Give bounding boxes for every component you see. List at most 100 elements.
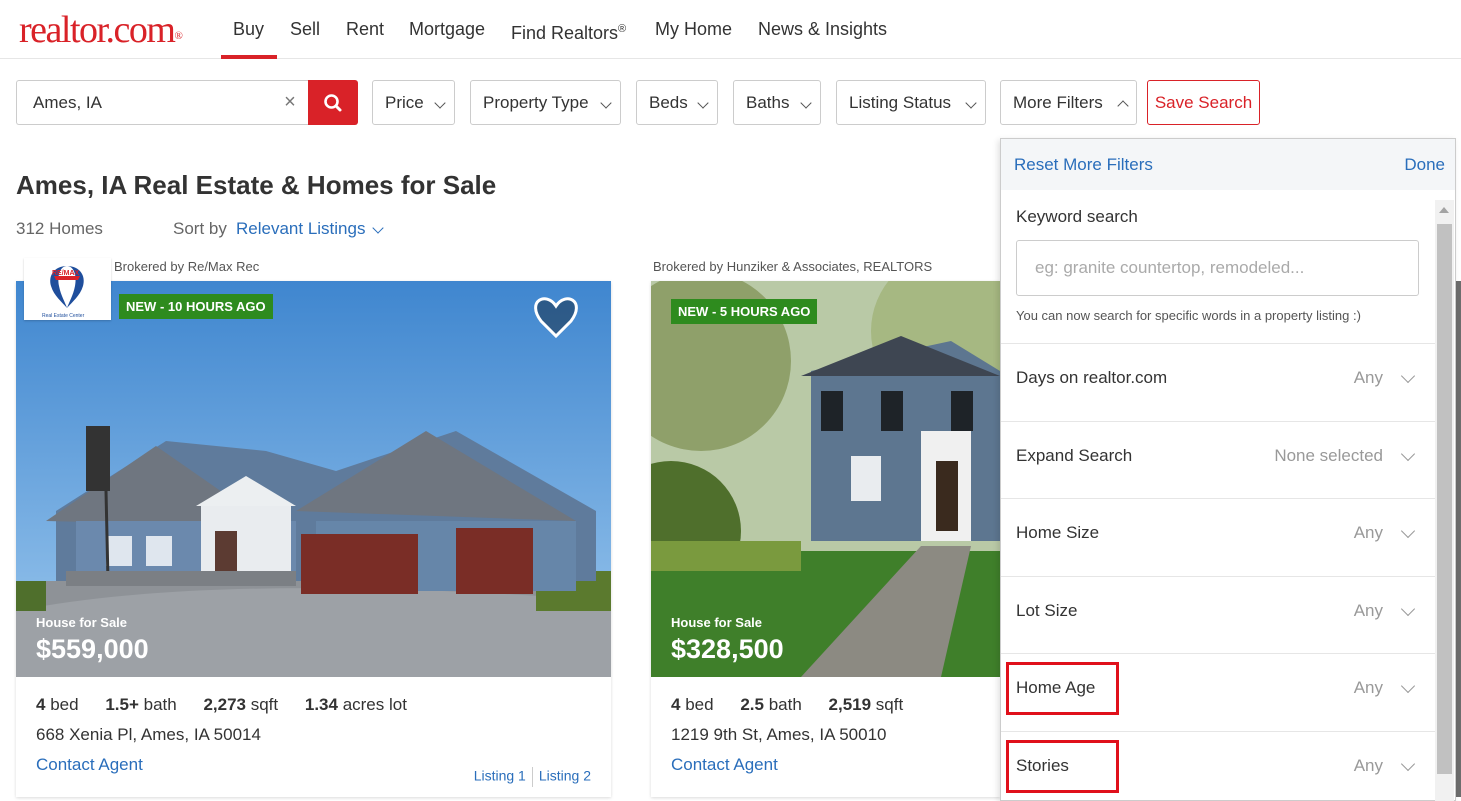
new-listing-badge: NEW - 5 HOURS AGO <box>671 299 818 324</box>
new-listing-badge: NEW - 10 HOURS AGO <box>119 294 273 319</box>
nav-my-home[interactable]: My Home <box>655 17 732 41</box>
chevron-down-icon <box>434 97 446 109</box>
baths-spec: 1.5+ bath <box>105 695 176 714</box>
panel-scrollbar-thumb[interactable] <box>1437 224 1452 774</box>
nav-find-realtors[interactable]: Find Realtors® <box>511 17 626 45</box>
home-count: 312 Homes <box>16 219 103 238</box>
nav-sell[interactable]: Sell <box>290 17 320 41</box>
listing-address[interactable]: 668 Xenia Pl, Ames, IA 50014 <box>36 725 261 745</box>
reset-more-filters-link[interactable]: Reset More Filters <box>1014 155 1153 175</box>
filter-row-label: Lot Size <box>1016 601 1078 620</box>
keyword-search-hint: You can now search for specific words in… <box>1016 308 1361 323</box>
broker-text: Brokered by Re/Max Rec <box>114 259 260 274</box>
done-button[interactable]: Done <box>1404 155 1445 175</box>
logo-text: realtor.com <box>19 9 176 51</box>
chevron-down-icon <box>1400 678 1416 694</box>
nav-buy[interactable]: Buy <box>233 17 264 41</box>
sqft-spec: 2,273 sqft <box>203 695 278 714</box>
chevron-up-icon <box>1117 100 1129 112</box>
more-filters-header: Reset More Filters Done <box>1001 139 1455 190</box>
contact-agent-link[interactable]: Contact Agent <box>36 755 143 775</box>
remax-balloon-logo: RE/MAX Real Estate Center <box>42 266 85 319</box>
listing-status-filter-label: Listing Status <box>849 93 952 112</box>
next-listing-card-edge <box>1456 281 1461 797</box>
beds-spec: 4 bed <box>36 695 79 714</box>
scroll-up-arrow-icon[interactable] <box>1439 207 1449 213</box>
location-search-input[interactable] <box>17 81 277 124</box>
listing-price: $328,500 <box>671 634 784 664</box>
price-filter-button[interactable]: Price <box>372 80 455 125</box>
listing-address[interactable]: 1219 9th St, Ames, IA 50010 <box>671 725 887 745</box>
contact-agent-link[interactable]: Contact Agent <box>671 755 778 775</box>
listing-links: Listing 1 Listing 2 <box>474 767 591 787</box>
listing-2-link[interactable]: Listing 2 <box>539 768 591 784</box>
sqft-spec: 2,519 sqft <box>829 695 904 714</box>
sqft-unit: sqft <box>875 695 904 714</box>
filter-row-value: Any <box>1353 678 1383 697</box>
sqft-value: 2,519 <box>828 695 872 714</box>
nav-news-insights[interactable]: News & Insights <box>758 17 887 41</box>
broker-logo: RE/MAX Real Estate Center <box>24 258 111 320</box>
nav-mortgage[interactable]: Mortgage <box>409 17 485 41</box>
highlight-box-home-age <box>1006 662 1119 715</box>
chevron-down-icon <box>1400 601 1416 617</box>
search-button[interactable] <box>308 80 358 125</box>
top-nav: realtor.com® Buy Sell Rent Mortgage Find… <box>0 0 1461 59</box>
chevron-down-icon <box>600 97 612 109</box>
save-search-button[interactable]: Save Search <box>1147 80 1260 125</box>
logo-registered-mark: ® <box>174 30 183 42</box>
baths-filter-button[interactable]: Baths <box>733 80 821 125</box>
sqft-unit: sqft <box>250 695 279 714</box>
beds-value: 4 <box>671 695 681 714</box>
lot-spec: 1.34 acres lot <box>305 695 407 714</box>
registered-mark: ® <box>618 23 627 35</box>
search-icon <box>324 94 342 112</box>
sort-dropdown[interactable]: Relevant Listings <box>236 219 365 239</box>
chevron-down-icon[interactable] <box>372 222 384 234</box>
link-separator <box>531 767 533 787</box>
lot-value: 1.34 <box>304 695 338 714</box>
sort-label: Sort by <box>173 219 227 238</box>
broker-logo-text: RE/MAX <box>52 270 80 277</box>
chevron-down-icon <box>965 97 977 109</box>
favorite-heart-icon[interactable] <box>539 297 591 343</box>
filter-row-expand-search[interactable]: Expand Search None selected <box>1001 421 1435 499</box>
location-search: × <box>16 80 308 125</box>
beds-filter-button[interactable]: Beds <box>636 80 718 125</box>
keyword-search-input[interactable] <box>1016 240 1419 296</box>
filter-row-value: Any <box>1353 601 1383 620</box>
listing-status-filter-button[interactable]: Listing Status <box>836 80 986 125</box>
chevron-down-icon <box>1400 523 1416 539</box>
price-filter-label: Price <box>385 93 424 112</box>
highlight-box-stories <box>1006 740 1119 793</box>
listing-1-link[interactable]: Listing 1 <box>474 768 526 784</box>
property-type-label: House for Sale <box>671 615 763 630</box>
nav-rent[interactable]: Rent <box>346 17 384 41</box>
more-filters-button[interactable]: More Filters <box>1000 80 1137 125</box>
listing-specs: 4 bed 2.5 bath 2,519 sqft <box>671 695 925 715</box>
baths-unit: bath <box>143 695 177 714</box>
beds-unit: bed <box>685 695 714 714</box>
property-type-label: House for Sale <box>36 615 128 630</box>
filter-row-value: None selected <box>1274 446 1383 465</box>
keyword-search-label: Keyword search <box>1016 207 1138 226</box>
baths-filter-label: Baths <box>746 93 790 112</box>
clear-search-icon[interactable]: × <box>279 90 301 114</box>
more-filters-label: More Filters <box>1013 93 1103 112</box>
listing-specs: 4 bed 1.5+ bath 2,273 sqft 1.34 acres lo… <box>36 695 429 715</box>
filter-row-days-on-realtor[interactable]: Days on realtor.com Any <box>1001 343 1435 421</box>
filter-row-home-size[interactable]: Home Size Any <box>1001 498 1435 576</box>
filter-row-label: Days on realtor.com <box>1016 368 1168 387</box>
realtor-logo[interactable]: realtor.com® <box>19 8 183 52</box>
listing-card[interactable]: RE/MAX Real Estate Center NEW - 10 HOURS… <box>16 258 611 797</box>
baths-unit: bath <box>768 695 802 714</box>
lot-unit: acres lot <box>342 695 407 714</box>
filter-row-value: Any <box>1353 523 1383 542</box>
listing-card[interactable]: NEW - 5 HOURS AGO House for Sale $328,50… <box>651 281 1000 797</box>
beds-value: 4 <box>36 695 46 714</box>
filter-row-lot-size[interactable]: Lot Size Any <box>1001 576 1435 654</box>
beds-filter-label: Beds <box>649 93 688 112</box>
filter-row-value: Any <box>1353 368 1383 387</box>
sqft-value: 2,273 <box>203 695 246 714</box>
property-type-filter-button[interactable]: Property Type <box>470 80 621 125</box>
